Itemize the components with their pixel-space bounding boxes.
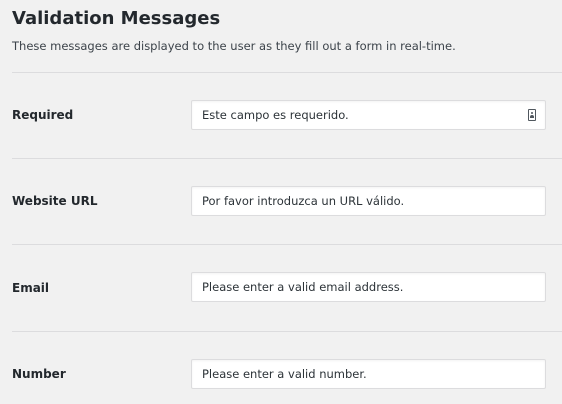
divider (12, 72, 562, 73)
divider (12, 331, 562, 332)
required-message-field[interactable] (191, 100, 546, 130)
divider (12, 158, 562, 159)
email-message-field[interactable] (191, 272, 546, 302)
required-label: Required (12, 108, 74, 122)
contact-card-icon[interactable] (528, 109, 536, 121)
website-url-message-input[interactable] (192, 187, 545, 215)
website-url-label: Website URL (12, 194, 98, 208)
number-message-input[interactable] (192, 360, 545, 388)
required-message-input[interactable] (192, 101, 545, 129)
website-url-message-field[interactable] (191, 186, 546, 216)
divider (12, 244, 562, 245)
number-message-field[interactable] (191, 359, 546, 389)
number-label: Number (12, 367, 66, 381)
email-label: Email (12, 281, 50, 295)
validation-messages-section: Validation Messages These messages are d… (0, 0, 562, 404)
section-title: Validation Messages (12, 8, 221, 29)
section-description: These messages are displayed to the user… (12, 39, 456, 53)
email-message-input[interactable] (192, 273, 545, 301)
